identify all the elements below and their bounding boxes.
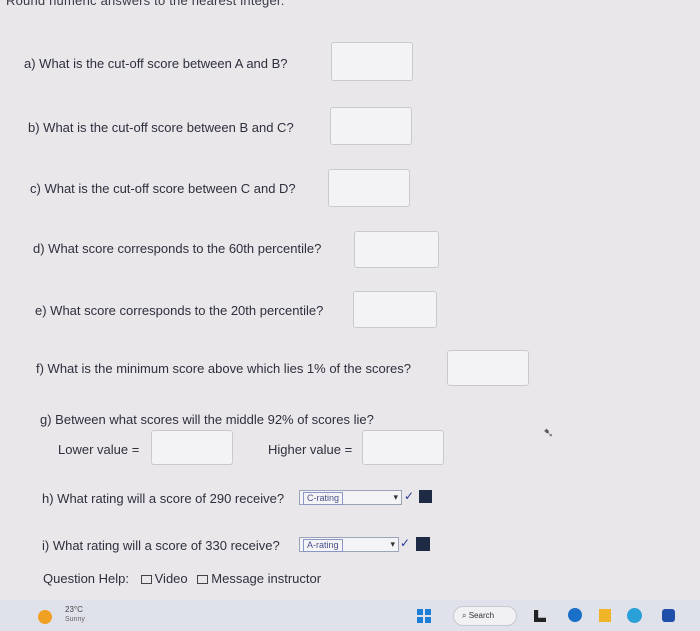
- windows-start-icon[interactable]: [417, 609, 431, 623]
- video-link[interactable]: Video: [140, 571, 192, 586]
- edge-browser-icon[interactable]: [627, 608, 642, 623]
- mouse-cursor-icon: ➷: [543, 425, 554, 440]
- higher-value-label: Higher value =: [268, 442, 353, 457]
- checkmark-icon: ✓: [400, 536, 411, 550]
- taskbar-search[interactable]: ⌕ Search: [453, 606, 517, 626]
- rating-h-selected: C-rating: [303, 492, 344, 505]
- question-b-label: b) What is the cut-off score between B a…: [28, 120, 294, 135]
- question-d-label: d) What score corresponds to the 60th pe…: [33, 241, 322, 256]
- rating-i-select[interactable]: A-rating ▾: [299, 537, 399, 552]
- task-view-icon[interactable]: [534, 610, 546, 622]
- message-instructor-link[interactable]: Message instructor: [197, 571, 321, 586]
- weather-temp: 23°C: [65, 605, 83, 614]
- search-icon: ⌕: [462, 611, 467, 620]
- question-f-label: f) What is the minimum score above which…: [36, 361, 411, 376]
- answer-b-input[interactable]: [330, 107, 412, 145]
- question-g-label: g) Between what scores will the middle 9…: [40, 412, 374, 427]
- question-c-label: c) What is the cut-off score between C a…: [30, 181, 296, 196]
- rating-i-selected: A-rating: [303, 539, 343, 552]
- question-h-label: h) What rating will a score of 290 recei…: [42, 491, 285, 506]
- answer-d-input[interactable]: [354, 231, 439, 268]
- question-help-row: Question Help: Video Message instructor: [43, 571, 321, 586]
- higher-value-input[interactable]: [362, 430, 444, 465]
- lower-value-input[interactable]: [151, 430, 233, 465]
- answer-c-input[interactable]: [328, 169, 410, 207]
- answer-e-input[interactable]: [353, 291, 437, 328]
- weather-sun-icon[interactable]: [38, 610, 52, 624]
- question-e-label: e) What score corresponds to the 20th pe…: [35, 303, 324, 318]
- status-square-icon: [416, 537, 430, 551]
- top-instruction-cutoff: Round numeric answers to the nearest int…: [0, 0, 700, 12]
- question-help-label: Question Help:: [43, 571, 129, 586]
- app-icon[interactable]: [662, 609, 675, 622]
- file-explorer-icon[interactable]: [599, 609, 611, 622]
- chevron-down-icon: ▾: [393, 492, 398, 502]
- video-icon: [140, 575, 152, 584]
- taskbar-search-label: Search: [468, 611, 495, 620]
- browser-icon[interactable]: [568, 608, 582, 622]
- weather-desc: Sunny: [65, 616, 85, 623]
- question-a-label: a) What is the cut-off score between A a…: [24, 56, 288, 71]
- status-square-icon: [419, 490, 432, 503]
- answer-a-input[interactable]: [331, 42, 413, 81]
- message-instructor-label: Message instructor: [211, 571, 322, 586]
- checkmark-icon: ✓: [404, 489, 415, 503]
- instruction-text: Round numeric answers to the nearest int…: [6, 0, 285, 8]
- rating-h-select[interactable]: C-rating ▾: [299, 490, 402, 505]
- video-link-label: Video: [154, 571, 188, 586]
- taskbar: 23°C Sunny ⌕ Search: [0, 600, 700, 631]
- chevron-down-icon: ▾: [390, 539, 395, 549]
- lower-value-label: Lower value =: [58, 442, 140, 457]
- answer-f-input[interactable]: [447, 350, 529, 386]
- mail-icon: [197, 575, 209, 584]
- question-i-label: i) What rating will a score of 330 recei…: [42, 538, 280, 553]
